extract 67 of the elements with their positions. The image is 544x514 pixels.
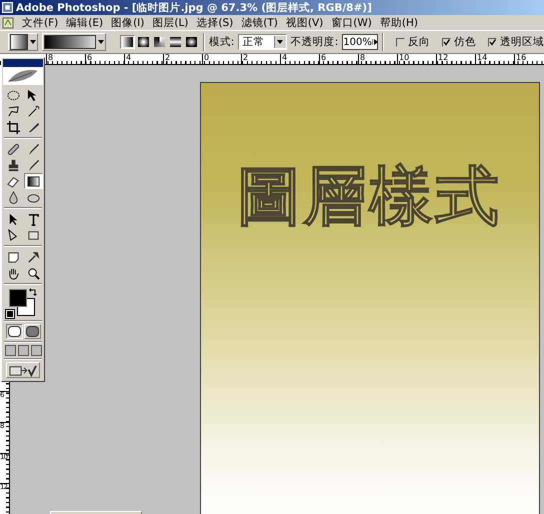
rectangle-icon: [26, 228, 40, 242]
note-icon: [6, 250, 20, 264]
gradient-icon: [26, 174, 40, 188]
diamond-gradient-icon: [186, 37, 197, 47]
gradient-picker[interactable]: [42, 33, 106, 51]
radial-gradient-icon: [138, 37, 149, 47]
opacity-label: 不透明度:: [290, 35, 338, 49]
swap-arrow-icon[interactable]: [29, 288, 37, 296]
lasso-icon: [6, 104, 20, 118]
menu-item[interactable]: 文件(F): [18, 16, 62, 30]
gradient-type-button[interactable]: [152, 35, 167, 49]
screen-mode-button[interactable]: [4, 345, 16, 356]
gradient-type-button[interactable]: [184, 35, 199, 49]
tool-button[interactable]: [24, 173, 42, 189]
mode-label: 模式:: [208, 35, 234, 49]
checkbox[interactable]: [396, 38, 406, 46]
wand-icon: [26, 104, 40, 118]
gradient-type-button[interactable]: [120, 35, 135, 49]
brush-icon: [26, 142, 40, 156]
checkbox-label[interactable]: 仿色: [454, 35, 476, 49]
caret-icon: [30, 40, 36, 44]
caret-icon: [98, 40, 104, 44]
jump-to-imageready-button[interactable]: [6, 362, 40, 378]
hand-icon: [6, 266, 20, 280]
tool-preset-button[interactable]: [8, 33, 38, 51]
document-icon[interactable]: [2, 16, 14, 28]
angle-gradient-icon: [154, 37, 165, 47]
checkbox[interactable]: [442, 38, 452, 46]
linear-gradient-icon: [122, 37, 133, 47]
menu-item[interactable]: 图像(I): [107, 16, 148, 30]
mode-dropdown[interactable]: 正常: [238, 34, 287, 50]
eraser-icon: [6, 174, 20, 188]
standard-mode-button[interactable]: [6, 324, 22, 339]
caret-icon: [374, 39, 378, 45]
ellipse-icon: [6, 88, 20, 102]
pen-icon: [6, 228, 20, 242]
opacity-field[interactable]: 100%: [342, 34, 378, 50]
menu-item[interactable]: 滤镜(T): [237, 16, 282, 30]
checkbox-label[interactable]: 透明区域: [500, 35, 544, 49]
gradient-type-button[interactable]: [136, 35, 151, 49]
drop-icon: [6, 190, 20, 204]
type-icon: [26, 212, 40, 226]
screen-mode-button[interactable]: [18, 345, 28, 356]
default-colors-icon[interactable]: [6, 310, 14, 318]
caret-icon: [277, 40, 284, 44]
menu-item[interactable]: 帮助(H): [376, 16, 422, 30]
stamp-icon: [6, 158, 20, 172]
app-icon: [2, 2, 13, 13]
menu-item[interactable]: 编辑(E): [62, 16, 108, 30]
zoom-icon: [26, 266, 40, 280]
eyedropper-icon: [26, 250, 40, 264]
checkbox-label[interactable]: 反向: [408, 35, 430, 49]
menu-item[interactable]: 选择(S): [192, 16, 238, 30]
horizontal-ruler: 8 6 4 2 0 2 4 6 8 10 12 14 16: [0, 54, 544, 65]
menu-item[interactable]: 窗口(W): [327, 16, 376, 30]
quick-mask-button[interactable]: [24, 324, 40, 339]
knife-icon: [26, 120, 40, 134]
window-title: Adobe Photoshop - [临时图片.jpg @ 67.3% (图层样式, RGB/8#)]: [16, 0, 372, 14]
brush-icon: [26, 158, 40, 172]
crop-icon: [6, 120, 20, 134]
reflected-gradient-icon: [170, 37, 181, 47]
gradient-type-button[interactable]: [168, 35, 183, 49]
menu-item[interactable]: 视图(V): [282, 16, 328, 30]
checkbox[interactable]: [488, 38, 498, 46]
color-swatch-drawing[interactable]: [9, 289, 35, 316]
screen-mode-button[interactable]: [30, 345, 42, 356]
menu-item[interactable]: 图层(L): [148, 16, 192, 30]
